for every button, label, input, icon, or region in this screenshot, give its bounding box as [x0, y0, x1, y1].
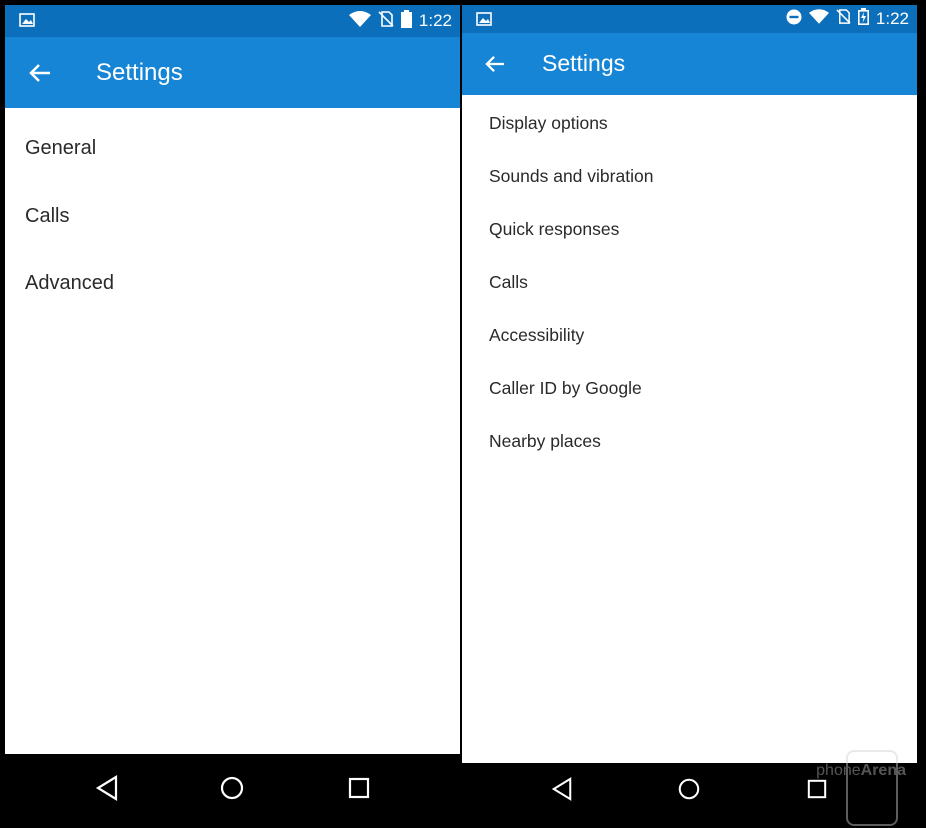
- nav-back-icon[interactable]: [77, 758, 137, 818]
- wifi-icon: [808, 9, 829, 29]
- settings-item-calls[interactable]: Calls: [489, 272, 528, 293]
- status-bar: 1:22: [5, 5, 460, 37]
- watermark-text: phoneArena: [816, 762, 906, 780]
- nav-home-icon[interactable]: [659, 759, 719, 819]
- page-title: Settings: [542, 50, 626, 76]
- settings-item-sounds-and-vibration[interactable]: Sounds and vibration: [489, 166, 653, 187]
- battery-charging-icon: [857, 8, 869, 30]
- watermark-brand-light: phone: [816, 762, 861, 779]
- back-arrow-icon[interactable]: [25, 58, 55, 88]
- settings-item-general[interactable]: General: [25, 137, 96, 160]
- back-arrow-icon[interactable]: [480, 49, 510, 79]
- settings-list: General Calls Advanced: [5, 108, 460, 754]
- settings-item-advanced[interactable]: Advanced: [25, 272, 114, 295]
- wifi-icon: [348, 10, 371, 32]
- battery-icon: [400, 9, 412, 33]
- settings-list: Display options Sounds and vibration Qui…: [462, 95, 917, 763]
- status-bar: 1:22: [462, 5, 917, 33]
- settings-item-accessibility[interactable]: Accessibility: [489, 325, 584, 346]
- nav-back-icon[interactable]: [532, 759, 592, 819]
- image-notification-icon: [476, 12, 492, 31]
- watermark-brand-bold: Arena: [860, 762, 906, 779]
- status-time: 1:22: [875, 9, 909, 28]
- watermark-logo: phoneArena: [816, 738, 908, 826]
- settings-item-calls[interactable]: Calls: [25, 205, 69, 228]
- settings-item-quick-responses[interactable]: Quick responses: [489, 219, 619, 240]
- app-bar: Settings: [5, 37, 460, 108]
- phone-screen-right: 1:22 Settings Display options Sounds and…: [462, 5, 917, 823]
- nav-recents-icon[interactable]: [329, 758, 389, 818]
- nav-home-icon[interactable]: [202, 758, 262, 818]
- image-notification-icon: [19, 13, 35, 32]
- no-sim-icon: [836, 9, 851, 29]
- status-time: 1:22: [418, 11, 452, 30]
- page-title: Settings: [96, 59, 183, 86]
- phone-screen-left: 1:22 Settings General Calls Advanced: [5, 5, 460, 823]
- no-sim-icon: [378, 10, 394, 32]
- settings-item-caller-id-by-google[interactable]: Caller ID by Google: [489, 378, 642, 399]
- settings-item-display-options[interactable]: Display options: [489, 113, 608, 134]
- app-bar: Settings: [462, 33, 917, 95]
- do-not-disturb-icon: [786, 9, 802, 30]
- settings-item-nearby-places[interactable]: Nearby places: [489, 431, 601, 452]
- navigation-bar: [5, 754, 460, 823]
